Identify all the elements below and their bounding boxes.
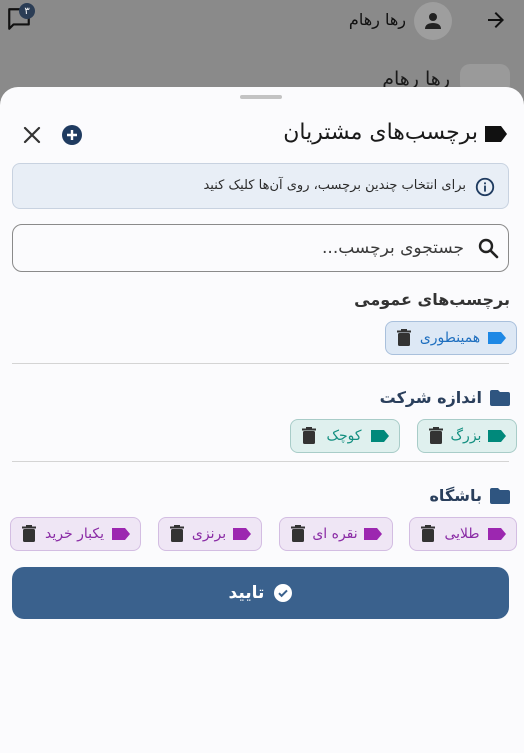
folder-icon	[490, 487, 510, 504]
customer-tags-sheet: برچسب‌های مشتریان برای انتخاب چندین برچس…	[0, 87, 524, 753]
info-banner: برای انتخاب چندین برچسب، روی آن‌ها کلیک …	[12, 163, 509, 209]
tag-chip-hamintori[interactable]: همینطوری	[385, 321, 517, 355]
section-general-label: برچسب‌های عمومی	[354, 290, 510, 309]
tag-chip-bronze[interactable]: برنزی	[158, 517, 262, 551]
confirm-label: تایید	[228, 583, 265, 603]
avatar[interactable]	[414, 2, 452, 40]
delete-icon[interactable]	[21, 525, 37, 543]
tag-chip-small[interactable]: کوچک	[290, 419, 400, 453]
label-icon	[488, 332, 506, 344]
tag-chip-large[interactable]: بزرگ	[417, 419, 517, 453]
search-box	[12, 224, 509, 272]
tag-label: کوچک	[326, 428, 362, 444]
label-icon	[488, 528, 506, 540]
add-circle-icon[interactable]	[60, 123, 84, 147]
section-company-size-title: اندازه شرکت	[380, 388, 510, 407]
divider	[12, 363, 509, 364]
tag-chip-silver[interactable]: نقره ای	[279, 517, 393, 551]
check-circle-icon	[274, 584, 293, 602]
delete-icon[interactable]	[428, 427, 444, 445]
tag-chip-gold[interactable]: طلایی	[409, 517, 517, 551]
delete-icon[interactable]	[420, 525, 436, 543]
tag-label: همینطوری	[419, 330, 481, 346]
divider	[12, 461, 509, 462]
section-general-title: برچسب‌های عمومی	[354, 290, 510, 309]
delete-icon[interactable]	[169, 525, 185, 543]
search-icon	[478, 238, 499, 259]
user-name: رها رهام	[348, 10, 406, 29]
section-club-label: باشگاه	[429, 486, 482, 505]
confirm-button[interactable]: تایید	[12, 567, 509, 619]
info-text: برای انتخاب چندین برچسب، روی آن‌ها کلیک …	[203, 178, 466, 193]
delete-icon[interactable]	[396, 329, 412, 347]
delete-icon[interactable]	[290, 525, 306, 543]
search-input[interactable]	[34, 235, 464, 261]
tag-label: بزرگ	[450, 428, 482, 444]
delete-icon[interactable]	[301, 427, 317, 445]
label-icon	[485, 126, 507, 142]
person-icon	[425, 13, 441, 29]
tag-chip-one-time-buyer[interactable]: یکبار خرید	[10, 517, 141, 551]
close-icon[interactable]	[20, 123, 44, 147]
label-icon	[111, 528, 130, 540]
drag-handle[interactable]	[240, 95, 282, 99]
tag-label: نقره ای	[312, 526, 358, 542]
app-bar: رها رهام ۳	[0, 0, 524, 40]
arrow-forward-icon[interactable]	[484, 8, 508, 32]
sheet-header: برچسب‌های مشتریان	[0, 115, 524, 155]
tag-label: طلایی	[444, 526, 480, 542]
sheet-title: برچسب‌های مشتریان	[283, 120, 478, 145]
label-icon	[487, 430, 506, 442]
label-icon	[371, 430, 389, 442]
label-icon	[364, 528, 382, 540]
label-icon	[232, 528, 251, 540]
info-icon	[475, 177, 495, 197]
section-club-title: باشگاه	[429, 486, 510, 505]
section-company-size-label: اندازه شرکت	[379, 388, 482, 407]
tag-label: یکبار خرید	[45, 526, 104, 542]
folder-icon	[490, 389, 510, 406]
tag-label: برنزی	[191, 526, 227, 542]
notification-badge: ۳	[19, 3, 35, 19]
